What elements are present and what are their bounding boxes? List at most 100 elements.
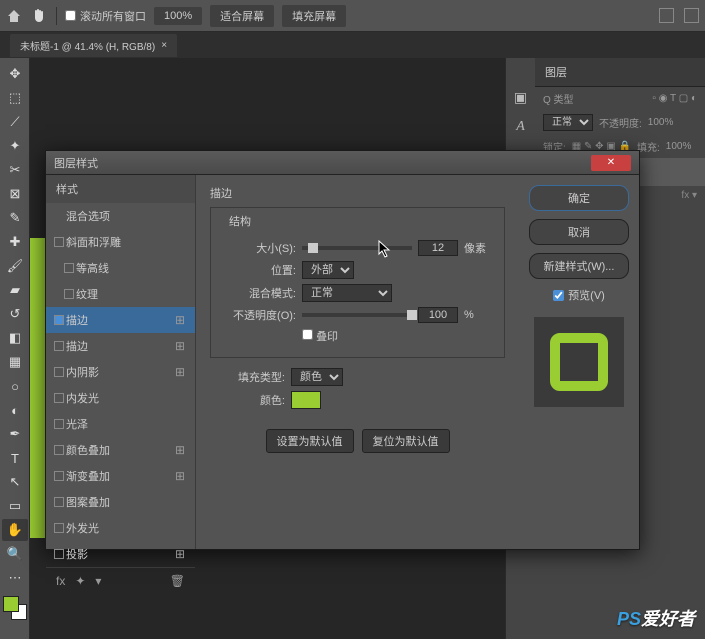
- divider: [56, 7, 57, 25]
- style-checkbox[interactable]: [54, 237, 64, 247]
- style-item-渐变叠加[interactable]: 渐变叠加⊞: [46, 463, 195, 489]
- gradient-tool[interactable]: ▦: [2, 351, 28, 373]
- plus-icon[interactable]: ⊞: [175, 313, 185, 327]
- layout-icon[interactable]: [659, 8, 674, 23]
- fit-screen-button[interactable]: 适合屏幕: [210, 5, 274, 27]
- shape-tool[interactable]: ▭: [2, 495, 28, 517]
- path-tool[interactable]: ↖: [2, 471, 28, 493]
- dialog-titlebar[interactable]: 图层样式 ✕: [46, 151, 639, 175]
- style-label: 纹理: [76, 286, 98, 302]
- pen-tool[interactable]: ✒: [2, 423, 28, 445]
- opacity-slider[interactable]: [302, 313, 412, 317]
- opacity-value[interactable]: 100: [418, 307, 458, 323]
- edit-toolbar[interactable]: ⋯: [2, 567, 28, 589]
- plus-icon[interactable]: ⊞: [175, 365, 185, 379]
- history-icon[interactable]: ▣: [512, 88, 530, 106]
- style-item-颜色叠加[interactable]: 颜色叠加⊞: [46, 437, 195, 463]
- history-brush-tool[interactable]: ↺: [2, 303, 28, 325]
- style-checkbox[interactable]: [54, 367, 64, 377]
- layers-tab[interactable]: 图层: [535, 58, 705, 87]
- trash-icon[interactable]: 🗑: [170, 574, 185, 588]
- color-swatch[interactable]: [291, 391, 321, 409]
- style-checkbox[interactable]: [54, 497, 64, 507]
- style-checkbox[interactable]: [54, 419, 64, 429]
- kind-filter[interactable]: Q 类型: [543, 91, 574, 106]
- home-icon[interactable]: [6, 8, 22, 24]
- make-default-button[interactable]: 设置为默认值: [266, 429, 354, 453]
- plus-icon[interactable]: ⊞: [175, 443, 185, 457]
- frame-icon[interactable]: [684, 8, 699, 23]
- styles-footer: fx ✦ ▾ 🗑: [46, 567, 195, 594]
- style-item-斜面和浮雕[interactable]: 斜面和浮雕: [46, 229, 195, 255]
- style-item-内阴影[interactable]: 内阴影⊞: [46, 359, 195, 385]
- new-style-button[interactable]: 新建样式(W)...: [529, 253, 629, 279]
- frame-tool[interactable]: ⊠: [2, 183, 28, 205]
- foreground-color[interactable]: [3, 596, 19, 612]
- preview-checkbox[interactable]: 预览(V): [553, 287, 605, 303]
- type-tool[interactable]: T: [2, 447, 28, 469]
- style-item-内发光[interactable]: 内发光: [46, 385, 195, 411]
- stroke-section-title: 描边: [210, 185, 505, 201]
- brush-tool[interactable]: 🖌: [2, 255, 28, 277]
- ok-button[interactable]: 确定: [529, 185, 629, 211]
- style-checkbox[interactable]: [64, 289, 74, 299]
- eyedropper-tool[interactable]: ✎: [2, 207, 28, 229]
- plus-icon[interactable]: ⊞: [175, 469, 185, 483]
- plus-icon[interactable]: ⊞: [175, 547, 185, 561]
- style-item-纹理[interactable]: 纹理: [46, 281, 195, 307]
- zoom-tool[interactable]: 🔍: [2, 543, 28, 565]
- style-checkbox[interactable]: [54, 393, 64, 403]
- plus-icon[interactable]: ⊞: [175, 339, 185, 353]
- blend-mode-select[interactable]: 正常: [302, 284, 392, 302]
- blend-mode-select[interactable]: 正常: [543, 114, 593, 131]
- blending-options-item[interactable]: 混合选项: [46, 203, 195, 229]
- dodge-tool[interactable]: ◐: [2, 399, 28, 421]
- document-tab[interactable]: 未标题-1 @ 41.4% (H, RGB/8) ×: [10, 34, 177, 57]
- overprint-checkbox[interactable]: 叠印: [302, 328, 338, 344]
- style-label: 光泽: [66, 416, 88, 432]
- style-item-投影[interactable]: 投影⊞: [46, 541, 195, 567]
- filter-icons[interactable]: ▫ ◉ T ▢ ◐: [652, 93, 697, 104]
- style-item-光泽[interactable]: 光泽: [46, 411, 195, 437]
- character-icon[interactable]: A: [512, 118, 530, 136]
- wand-tool[interactable]: ✦: [2, 135, 28, 157]
- zoom-level[interactable]: 100%: [154, 7, 202, 25]
- style-checkbox[interactable]: [54, 445, 64, 455]
- heal-tool[interactable]: ✚: [2, 231, 28, 253]
- size-slider[interactable]: [302, 246, 412, 250]
- fill-screen-button[interactable]: 填充屏幕: [282, 5, 346, 27]
- eraser-tool[interactable]: ◧: [2, 327, 28, 349]
- close-button[interactable]: ✕: [591, 155, 631, 171]
- fill-value[interactable]: 100%: [666, 141, 692, 152]
- style-item-等高线[interactable]: 等高线: [46, 255, 195, 281]
- style-item-描边[interactable]: 描边⊞: [46, 307, 195, 333]
- close-icon[interactable]: ×: [161, 40, 167, 51]
- move-tool[interactable]: ✥: [2, 63, 28, 85]
- hand-tool[interactable]: ✋: [2, 519, 28, 541]
- size-value[interactable]: 12: [418, 240, 458, 256]
- style-checkbox[interactable]: [54, 523, 64, 533]
- style-checkbox[interactable]: [54, 471, 64, 481]
- style-checkbox[interactable]: [64, 263, 74, 273]
- marquee-tool[interactable]: ⬚: [2, 87, 28, 109]
- style-checkbox[interactable]: [54, 315, 64, 325]
- scroll-all-checkbox[interactable]: 滚动所有窗口: [65, 8, 146, 24]
- blur-tool[interactable]: ○: [2, 375, 28, 397]
- add-icon[interactable]: ✦: [75, 574, 85, 588]
- position-select[interactable]: 外部: [302, 261, 354, 279]
- reset-default-button[interactable]: 复位为默认值: [362, 429, 450, 453]
- fill-type-select[interactable]: 颜色: [291, 368, 343, 386]
- style-item-描边[interactable]: 描边⊞: [46, 333, 195, 359]
- style-checkbox[interactable]: [54, 341, 64, 351]
- style-checkbox[interactable]: [54, 549, 64, 559]
- color-swatches[interactable]: [3, 596, 27, 620]
- style-item-外发光[interactable]: 外发光: [46, 515, 195, 541]
- down-icon[interactable]: ▾: [95, 574, 101, 588]
- crop-tool[interactable]: ✂: [2, 159, 28, 181]
- opacity-value[interactable]: 100%: [648, 117, 674, 128]
- cancel-button[interactable]: 取消: [529, 219, 629, 245]
- fx-icon[interactable]: fx: [56, 574, 65, 588]
- stamp-tool[interactable]: ▰: [2, 279, 28, 301]
- lasso-tool[interactable]: ⟋: [2, 111, 28, 133]
- style-item-图案叠加[interactable]: 图案叠加: [46, 489, 195, 515]
